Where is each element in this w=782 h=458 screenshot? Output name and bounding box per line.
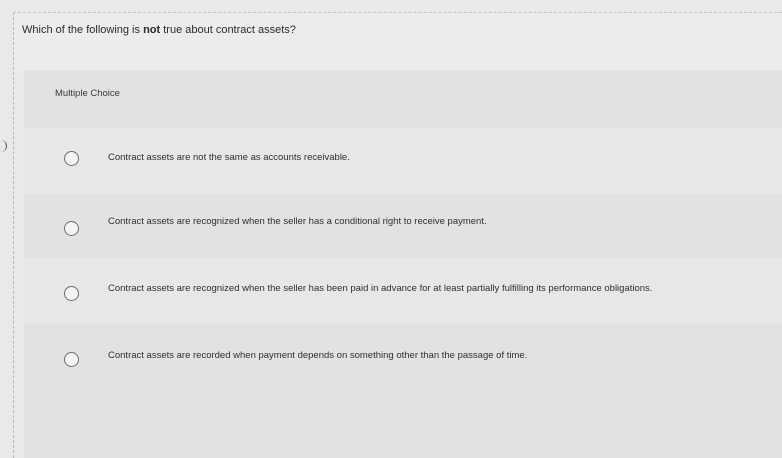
question-text-after: true about contract assets? — [160, 24, 296, 36]
question-text: Which of the following is not true about… — [22, 24, 296, 36]
answer-option-4[interactable]: Contract assets are recorded when paymen… — [24, 342, 782, 382]
left-border — [13, 12, 14, 458]
question-emphasis: not — [143, 24, 161, 36]
answer-option-2[interactable]: Contract assets are recognized when the … — [24, 209, 782, 249]
answer-option-label: Contract assets are recognized when the … — [108, 283, 653, 294]
answer-option-label: Contract assets are not the same as acco… — [108, 152, 350, 163]
question-text-before: Which of the following is — [22, 24, 144, 36]
answer-option-label: Contract assets are recognized when the … — [108, 216, 487, 227]
radio-button-icon[interactable] — [64, 286, 79, 301]
question-format-label: Multiple Choice — [55, 88, 120, 99]
answer-option-1[interactable]: Contract assets are not the same as acco… — [24, 143, 782, 183]
top-border — [13, 12, 782, 13]
answer-option-3[interactable]: Contract assets are recognized when the … — [24, 275, 782, 315]
radio-button-icon[interactable] — [64, 151, 79, 166]
answer-option-label: Contract assets are recorded when paymen… — [108, 350, 528, 361]
quiz-page: Which of the following is not true about… — [0, 0, 782, 458]
radio-button-icon[interactable] — [64, 352, 79, 367]
radio-button-icon[interactable] — [64, 221, 79, 236]
question-area — [14, 13, 782, 73]
edge-bracket-icon — [0, 140, 7, 152]
